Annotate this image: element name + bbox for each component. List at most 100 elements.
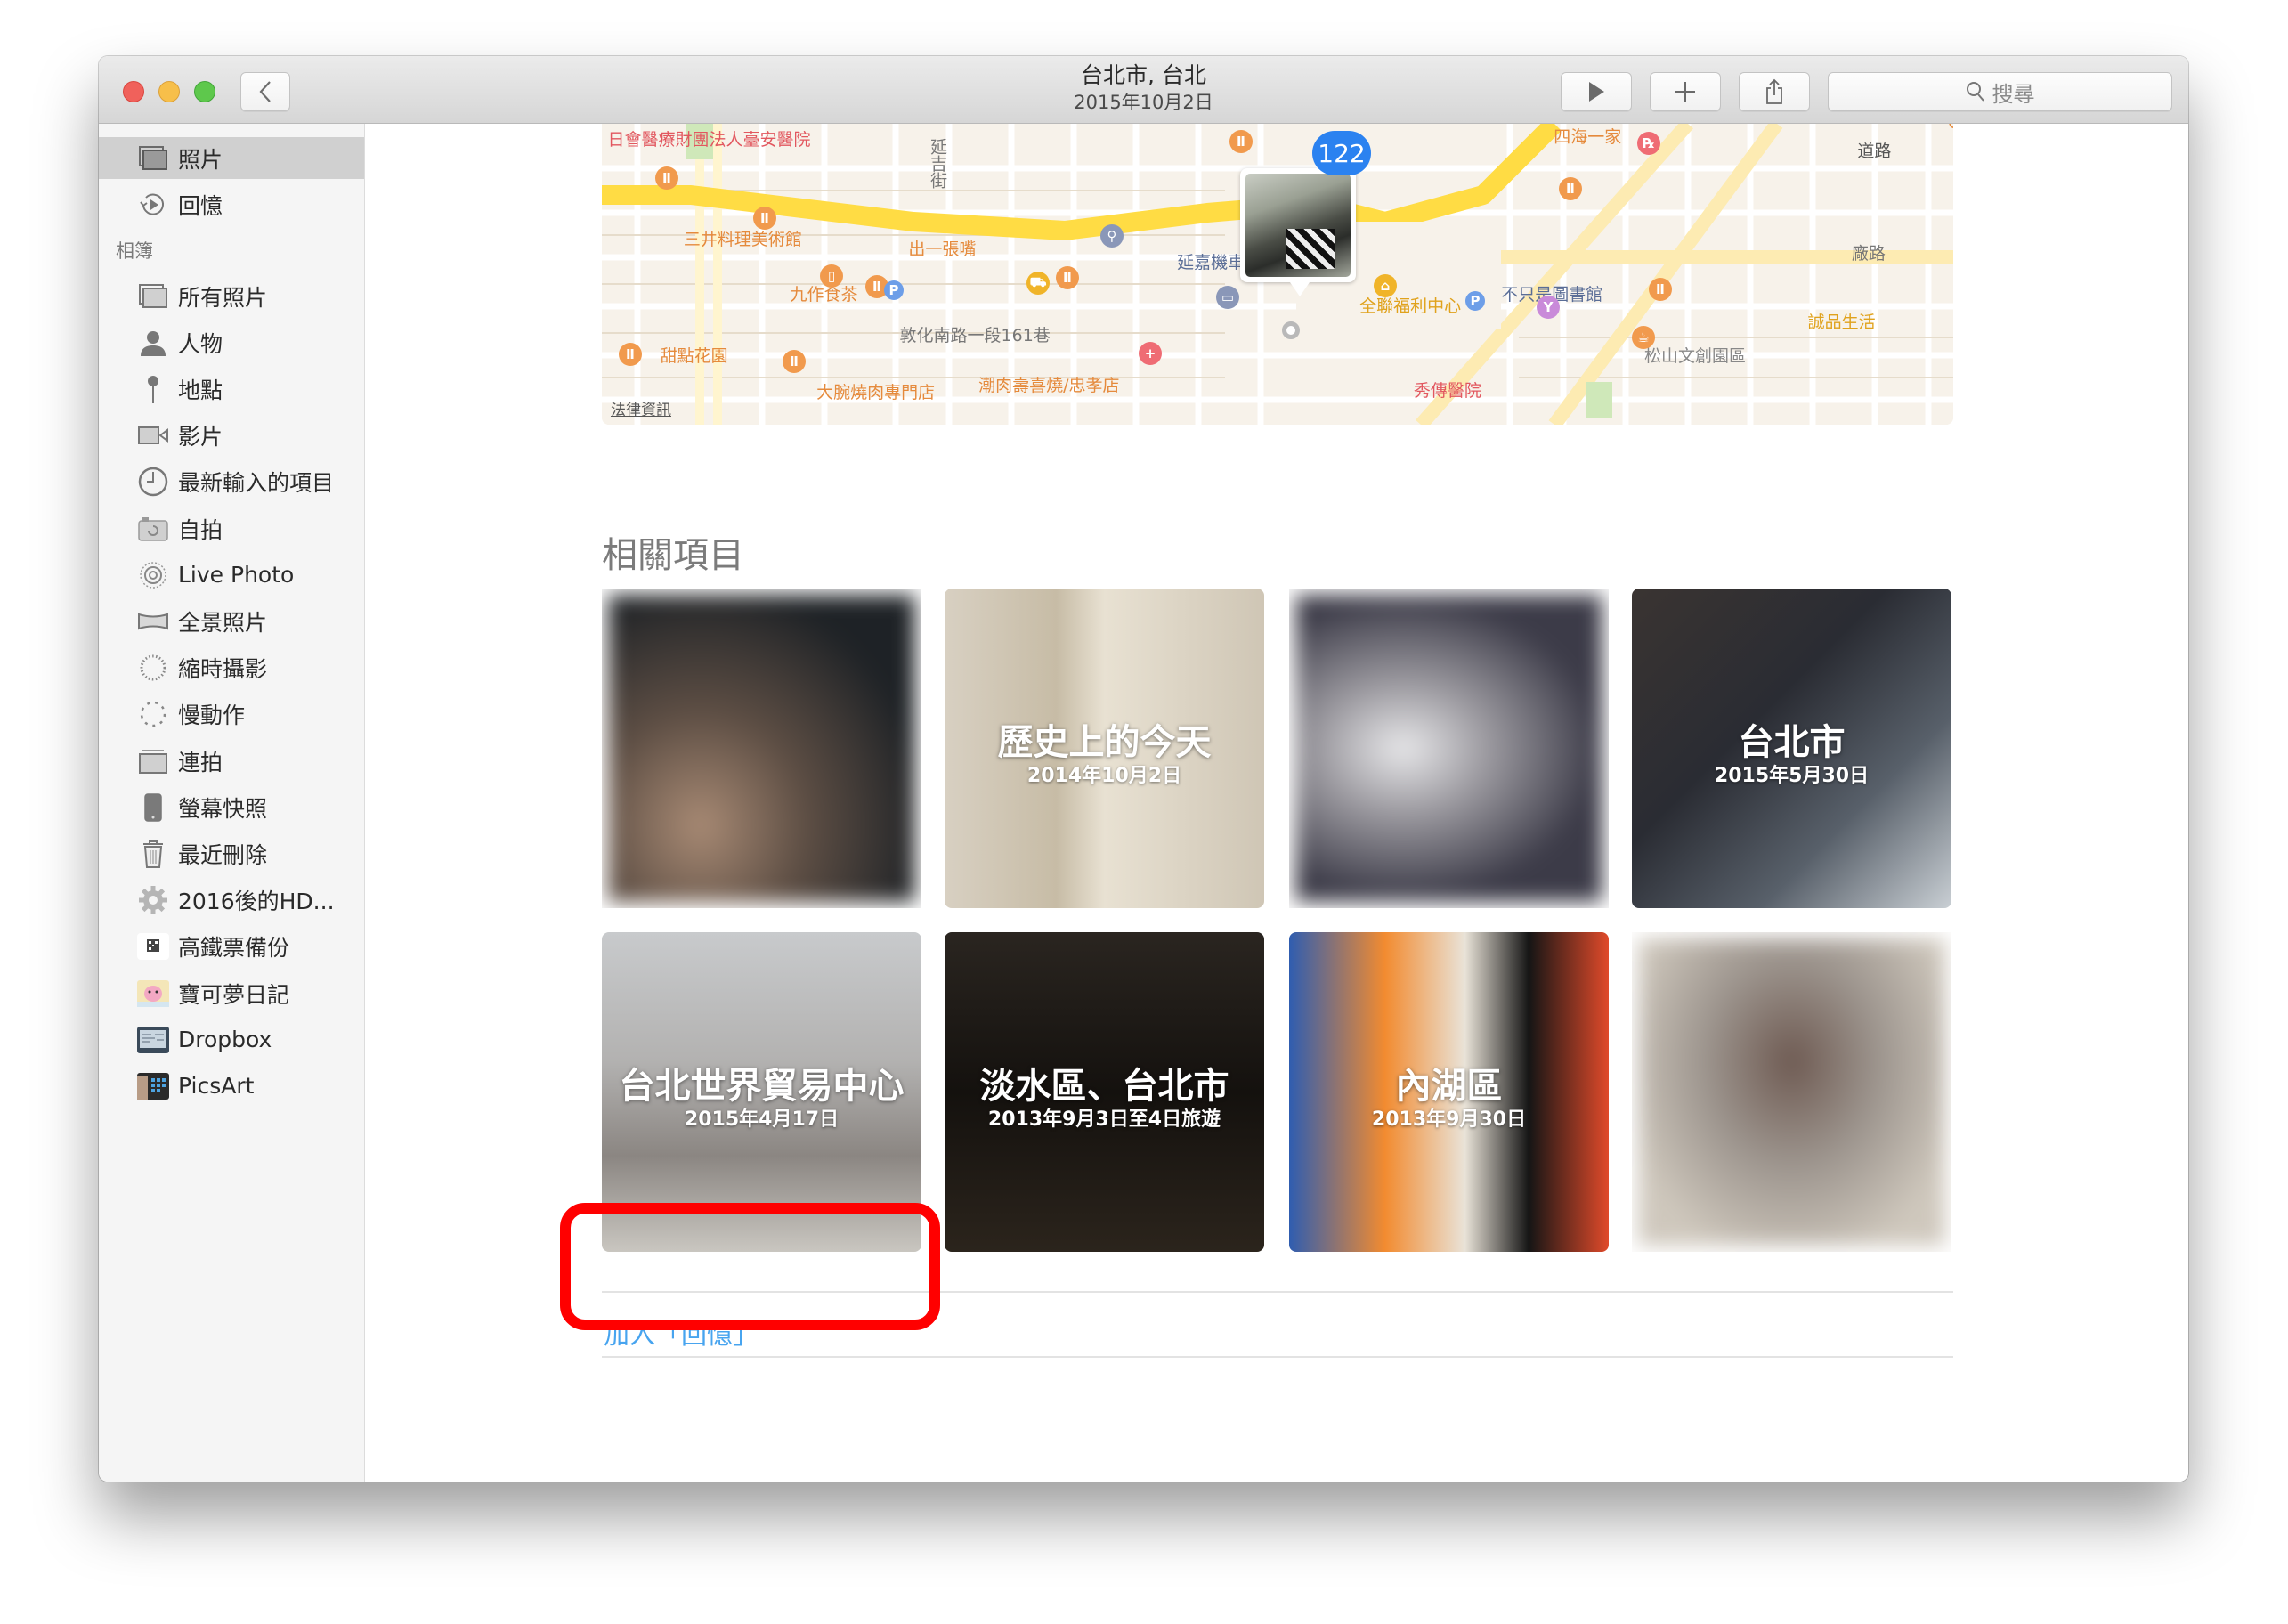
memories-icon xyxy=(137,189,169,221)
restaurant-icon[interactable]: Ⅱ xyxy=(753,207,776,230)
drink-icon[interactable]: ▯ xyxy=(820,264,843,288)
sidebar-item-album[interactable]: 連拍 xyxy=(99,740,364,782)
map-label[interactable]: 四海一家 xyxy=(1554,124,1621,148)
sidebar-item-label: 最新輸入的項目 xyxy=(178,470,335,497)
sidebar-item-album[interactable]: 縮時攝影 xyxy=(99,647,364,689)
map-label[interactable]: 全聯福利中心 xyxy=(1359,293,1461,317)
map-label[interactable]: 誠品生活 xyxy=(1808,309,1876,333)
slomo-icon xyxy=(137,698,169,730)
close-button[interactable] xyxy=(123,81,144,102)
qr-thumbnail-icon xyxy=(137,930,169,962)
legal-info-link[interactable]: 法律資訊 xyxy=(611,397,671,419)
restaurant-icon[interactable]: Ⅱ xyxy=(783,350,806,373)
sidebar-item-label: 自拍 xyxy=(178,516,223,543)
map-label[interactable]: 廠路 xyxy=(1852,240,1886,264)
restaurant-icon[interactable]: Ⅱ xyxy=(1056,266,1079,289)
sidebar-item-album[interactable]: 全景照片 xyxy=(99,600,364,642)
map-label[interactable]: 潮肉壽喜燒/忠孝店 xyxy=(978,372,1119,396)
sidebar-item-album[interactable]: 最新輸入的項目 xyxy=(99,461,364,503)
parking-icon[interactable]: P xyxy=(884,280,904,300)
map-label[interactable]: 三井料理美術館 xyxy=(684,226,802,250)
sidebar-item-label: 回憶 xyxy=(178,192,223,219)
library-icon[interactable]: ▭ xyxy=(1216,286,1239,309)
gear-icon xyxy=(137,884,169,916)
location-map[interactable]: 日會醫療財團法人臺安醫院四海一家Carrefour/東興店丁丁連鎖藥局延吉街三井… xyxy=(602,124,1953,425)
live-photo-icon xyxy=(137,559,169,591)
sidebar-item-album[interactable]: 慢動作 xyxy=(99,694,364,735)
hospital-icon[interactable]: + xyxy=(1139,342,1162,365)
park-landmark-icon[interactable] xyxy=(1282,321,1300,339)
sidebar-item-label: 2016後的HD... xyxy=(178,889,335,915)
back-button[interactable] xyxy=(240,72,290,111)
sidebar-item-album[interactable]: 地點 xyxy=(99,368,364,410)
restaurant-icon[interactable]: Ⅱ xyxy=(1559,177,1582,200)
pharmacy-icon[interactable]: ℞ xyxy=(1637,132,1660,155)
sidebar-item-album[interactable]: Live Photo xyxy=(99,554,364,596)
related-item-tile[interactable] xyxy=(1289,589,1609,908)
tile-title: 台北市 xyxy=(1738,722,1846,763)
shopping-bag-icon[interactable]: ⌂ xyxy=(1374,274,1397,297)
related-item-tile[interactable]: 淡水區、台北市 2013年9月3日至4日旅遊 xyxy=(945,932,1264,1252)
shopping-cart-icon[interactable]: ⛟ xyxy=(1026,272,1050,295)
zoom-button[interactable] xyxy=(194,81,215,102)
cafe-icon[interactable]: ☕ xyxy=(1632,326,1655,349)
related-item-tile[interactable]: 台北市 2015年5月30日 xyxy=(1632,589,1951,908)
sidebar-item-memories[interactable]: 回憶 xyxy=(99,183,364,225)
share-button[interactable] xyxy=(1739,72,1810,111)
map-label[interactable]: 甜點花園 xyxy=(661,343,728,367)
bar-icon[interactable]: Y xyxy=(1537,296,1560,319)
sidebar-item-album[interactable]: 寶可夢日記 xyxy=(99,972,364,1014)
panorama-icon xyxy=(137,605,169,637)
sidebar-item-album[interactable]: 螢幕快照 xyxy=(99,786,364,828)
tile-title: 淡水區、台北市 xyxy=(979,1066,1229,1107)
sidebar-item-album[interactable]: 高鐵票備份 xyxy=(99,926,364,968)
parking-icon[interactable]: P xyxy=(1465,291,1485,311)
sidebar-item-label: 所有照片 xyxy=(178,284,268,311)
sidebar-item-album[interactable]: 所有照片 xyxy=(99,275,364,317)
add-to-memories-button[interactable]: 加入「回憶」 xyxy=(604,1314,759,1352)
sidebar-item-label: 高鐵票備份 xyxy=(178,935,290,962)
related-item-tile[interactable] xyxy=(602,589,921,908)
sidebar-item-photos[interactable]: 照片 xyxy=(99,137,364,179)
restaurant-icon[interactable]: Ⅱ xyxy=(619,343,642,366)
map-label[interactable]: 道路 xyxy=(1857,138,1891,162)
sidebar-item-album[interactable]: 2016後的HD... xyxy=(99,880,364,922)
map-label[interactable]: 出一張嘴 xyxy=(908,236,976,260)
tile-date: 2015年4月17日 xyxy=(684,1108,840,1131)
burst-icon xyxy=(137,745,169,777)
divider xyxy=(602,1291,1953,1293)
restaurant-icon[interactable]: Ⅱ xyxy=(1649,278,1672,301)
restaurant-icon[interactable]: Ⅱ xyxy=(1229,130,1253,153)
marker-photo-thumbnail xyxy=(1245,174,1351,277)
minimize-button[interactable] xyxy=(158,81,180,102)
sidebar-item-album[interactable]: 人物 xyxy=(99,321,364,363)
share-icon xyxy=(1766,78,1782,104)
related-item-tile[interactable]: 台北世界貿易中心 2015年4月17日 xyxy=(602,932,921,1252)
sidebar-item-album[interactable]: 自拍 xyxy=(99,508,364,549)
map-label[interactable]: 松山文創園區 xyxy=(1644,343,1746,367)
tile-date: 2014年10月2日 xyxy=(1026,765,1182,787)
map-label[interactable]: 延吉街 xyxy=(926,138,950,189)
related-item-tile[interactable]: 內湖區 2013年9月30日 xyxy=(1289,932,1609,1252)
related-item-tile[interactable] xyxy=(1632,932,1951,1252)
map-label[interactable]: 日會醫療財團法人臺安醫院 xyxy=(608,126,811,150)
add-button[interactable] xyxy=(1650,72,1721,111)
sidebar-item-album[interactable]: 最近刪除 xyxy=(99,832,364,874)
motorcycle-icon[interactable]: ⚲ xyxy=(1100,224,1124,248)
map-label[interactable]: 秀傳醫院 xyxy=(1414,378,1481,402)
map-label[interactable]: 敦化南路一段161巷 xyxy=(900,322,1051,346)
sidebar-item-album[interactable]: Dropbox xyxy=(99,1019,364,1060)
map-label[interactable]: 大腕燒肉專門店 xyxy=(816,379,935,403)
sidebar-item-album[interactable]: 影片 xyxy=(99,415,364,457)
map-label[interactable]: Carrefour/東興店 xyxy=(1948,124,1953,134)
restaurant-icon[interactable]: Ⅱ xyxy=(655,166,678,190)
sidebar-item-album[interactable]: PicsArt xyxy=(99,1065,364,1107)
sidebar-item-label: Live Photo xyxy=(178,562,295,589)
photo-location-marker[interactable] xyxy=(1240,168,1356,296)
search-input[interactable]: 搜尋 xyxy=(1828,72,2172,111)
related-item-tile[interactable]: 歷史上的今天 2014年10月2日 xyxy=(945,589,1264,908)
tile-date: 2015年5月30日 xyxy=(1714,765,1870,787)
plus-icon xyxy=(1675,82,1695,102)
sidebar-item-label: Dropbox xyxy=(178,1027,272,1053)
slideshow-play-button[interactable] xyxy=(1561,72,1632,111)
